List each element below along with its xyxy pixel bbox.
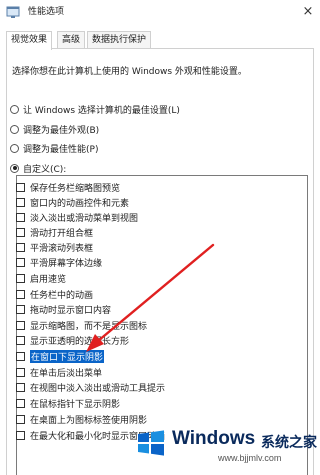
effect-label: 在鼠标指针下显示阴影 (30, 399, 121, 410)
effect-item[interactable]: 在桌面上为图标标签使用阴影 (16, 412, 147, 426)
checkbox[interactable] (16, 382, 25, 392)
radio-label: 调整为最佳性能(P) (23, 144, 99, 155)
effect-label: 平滑滚动列表框 (30, 243, 94, 254)
checkbox[interactable] (16, 304, 25, 314)
close-icon: × (302, 3, 314, 19)
effect-label: 任务栏中的动画 (30, 290, 94, 301)
checkbox[interactable] (16, 289, 25, 299)
radio-let-windows-choose[interactable]: 让 Windows 选择计算机的最佳设置(L) (10, 102, 180, 116)
checkbox[interactable] (16, 335, 25, 345)
radio-label: 让 Windows 选择计算机的最佳设置(L) (23, 105, 180, 116)
effect-label: 显示缩略图，而不是显示图标 (30, 321, 148, 332)
effect-label: 拖动时显示窗口内容 (30, 305, 112, 316)
radio-button[interactable] (10, 104, 19, 114)
close-button[interactable]: × (296, 0, 320, 22)
effect-item[interactable]: 窗口内的动画控件和元素 (16, 195, 129, 209)
radio-label: 调整为最佳外观(B) (23, 125, 100, 136)
checkbox[interactable] (16, 242, 25, 252)
watermark: Windows 系统之家 www.bjjmlv.com (130, 420, 320, 474)
checkbox[interactable] (16, 414, 25, 424)
checkbox[interactable] (16, 398, 25, 408)
radio-best-appearance[interactable]: 调整为最佳外观(B) (10, 122, 99, 136)
intro-text: 选择你想在此计算机上使用的 Windows 外观和性能设置。 (12, 67, 247, 77)
effect-item[interactable]: 滑动打开组合框 (16, 225, 93, 239)
tab-bar: 视觉效果 高级 数据执行保护 (6, 31, 314, 50)
effect-label: 平滑屏幕字体边缘 (30, 258, 103, 269)
effect-item-selected[interactable]: 在窗口下显示阴影 (16, 349, 105, 363)
windows-logo-icon (138, 430, 164, 456)
effect-label: 启用速览 (30, 274, 67, 285)
effect-item[interactable]: 任务栏中的动画 (16, 287, 93, 301)
checkbox[interactable] (16, 212, 25, 222)
tab-data-execution-prevention[interactable]: 数据执行保护 (87, 31, 152, 49)
effect-item[interactable]: 显示亚透明的选择长方形 (16, 333, 129, 347)
radio-button[interactable] (10, 143, 19, 153)
performance-options-icon (6, 6, 20, 18)
checkbox[interactable] (16, 320, 25, 330)
effect-item[interactable]: 在单击后淡出菜单 (16, 365, 102, 379)
checkbox[interactable] (16, 182, 25, 192)
checkbox[interactable] (16, 227, 25, 237)
effect-item[interactable]: 平滑滚动列表框 (16, 240, 93, 254)
effect-item[interactable]: 启用速览 (16, 271, 66, 285)
radio-button-selected[interactable] (10, 163, 19, 173)
effect-label: 在窗口下显示阴影 (30, 349, 105, 363)
effect-label: 滑动打开组合框 (30, 228, 94, 239)
checkbox[interactable] (16, 257, 25, 267)
checkbox[interactable] (16, 430, 25, 440)
radio-best-performance[interactable]: 调整为最佳性能(P) (10, 141, 98, 155)
window-title: 性能选项 (28, 7, 65, 17)
effect-item[interactable]: 在鼠标指针下显示阴影 (16, 396, 120, 410)
checkbox[interactable] (16, 367, 25, 377)
effect-item[interactable]: 拖动时显示窗口内容 (16, 302, 111, 316)
effect-label: 窗口内的动画控件和元素 (30, 198, 130, 209)
effect-item[interactable]: 平滑屏幕字体边缘 (16, 255, 102, 269)
watermark-cn-text: 系统之家 (261, 435, 317, 451)
checkbox[interactable] (16, 197, 25, 207)
radio-custom[interactable]: 自定义(C): (10, 161, 66, 175)
effect-label: 保存任务栏缩略图预览 (30, 183, 121, 194)
tab-visual-effects[interactable]: 视觉效果 (6, 31, 53, 50)
checkbox[interactable] (16, 273, 25, 283)
watermark-brand: Windows (172, 428, 256, 449)
watermark-url: www.bjjmlv.com (218, 453, 282, 463)
effect-label: 显示亚透明的选择长方形 (30, 336, 130, 347)
effect-label: 在视图中淡入淡出或滑动工具提示 (30, 383, 166, 394)
effect-item[interactable]: 保存任务栏缩略图预览 (16, 180, 120, 194)
effect-item[interactable]: 淡入淡出或滑动菜单到视图 (16, 210, 138, 224)
effect-label: 在单击后淡出菜单 (30, 368, 103, 379)
radio-label: 自定义(C): (23, 164, 67, 175)
tab-advanced[interactable]: 高级 (57, 31, 86, 49)
checkbox[interactable] (16, 351, 25, 361)
title-bar: 性能选项 × (0, 0, 320, 30)
effect-item[interactable]: 在视图中淡入淡出或滑动工具提示 (16, 380, 165, 394)
radio-button[interactable] (10, 124, 19, 134)
effect-label: 淡入淡出或滑动菜单到视图 (30, 213, 139, 224)
effect-item[interactable]: 显示缩略图，而不是显示图标 (16, 318, 147, 332)
